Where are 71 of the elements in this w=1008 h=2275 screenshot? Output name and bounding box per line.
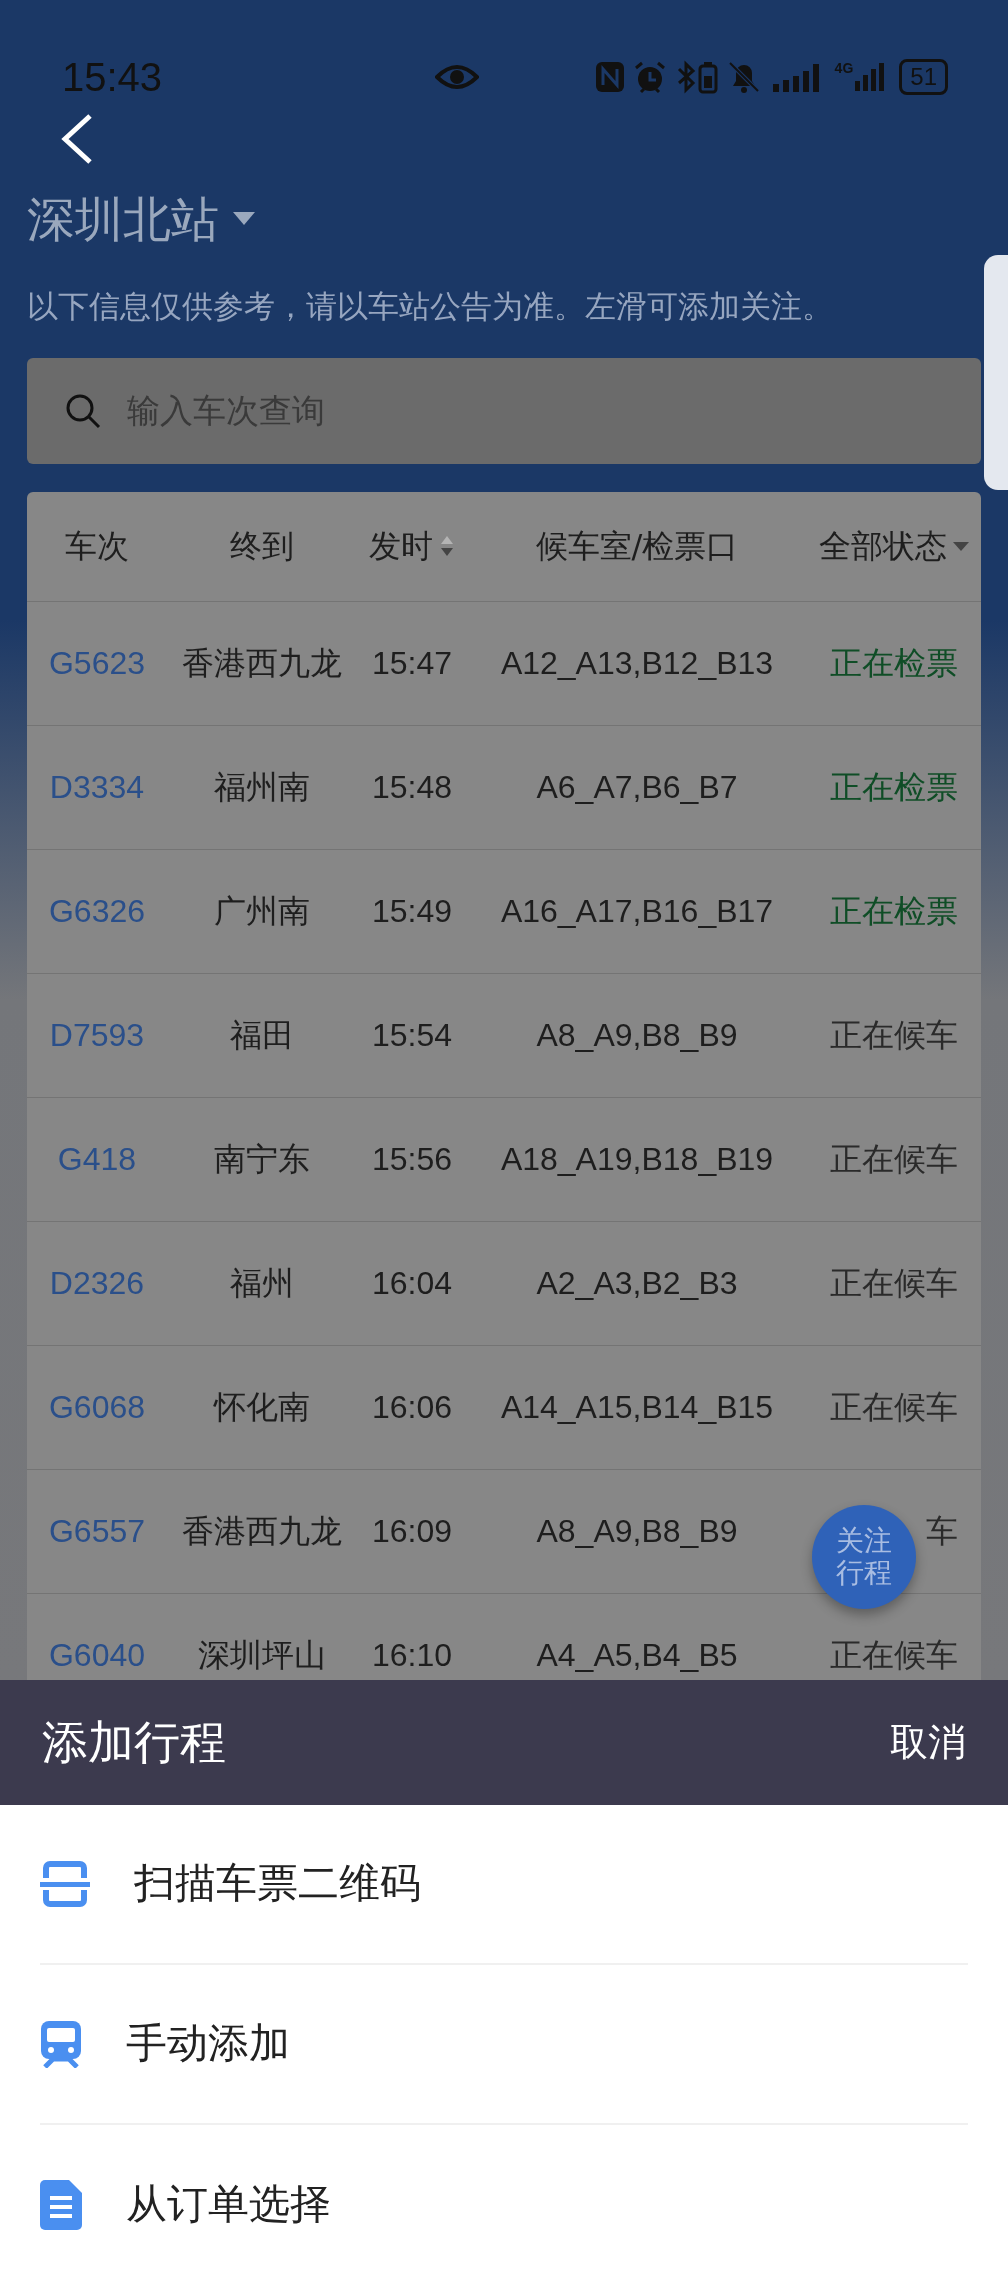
table-cell-text: 16:06 [370,1388,454,1427]
train-number-link[interactable]: G5623 [27,639,167,687]
table-cell-text: A16_A17,B16_B17 [499,892,775,931]
table-cell-text: A2_A3,B2_B3 [535,1264,739,1303]
status-text: 车 [926,1511,958,1552]
table-cell-text: 15:56 [370,1140,454,1179]
status-text: 正在检票 [830,891,958,932]
table-cell-text: 15:48 [370,768,454,807]
column-header: 车次 [65,526,129,567]
signal-icon [853,60,886,93]
table-cell-text: 南宁东 [213,1139,311,1180]
table-cell-text: 深圳坪山 [197,1635,327,1676]
table-cell-text: 广州南 [213,891,311,932]
train-number-link[interactable]: G6068 [27,1383,167,1431]
table-cell-text: 福田 [229,1015,295,1056]
table-cell-text: A18_A19,B18_B19 [499,1140,775,1179]
status-text: 正在候车 [830,1139,958,1180]
search-icon [65,392,101,429]
back-icon[interactable] [60,113,94,165]
table-cell-text: 15:54 [370,1016,454,1055]
table-cell-text: 福州南 [213,767,311,808]
column-header: 全部状态 [818,526,947,567]
eye-icon [435,62,480,91]
status-time: 15:43 [62,53,163,101]
table-cell-text: 怀化南 [212,1387,311,1428]
table-cell-text: A4_A5,B4_B5 [535,1636,739,1675]
sheet-title: 添加行程 [42,1714,226,1771]
notice-text: 以下信息仅供参考，请以车站公告为准。左滑可添加关注。 [27,287,834,326]
table-cell-text: A6_A7,B6_B7 [535,768,739,807]
train-number-link[interactable]: D3334 [27,763,167,811]
document-icon [40,2180,82,2230]
table-cell-text: 16:04 [370,1264,454,1303]
table-cell-text: 15:47 [370,644,454,683]
table-cell-text: 15:49 [370,892,454,931]
cancel-button[interactable]: 取消 [890,1714,966,1771]
table-cell-text: 香港西九龙 [181,643,343,684]
nfc-icon [594,60,625,93]
side-handle[interactable] [984,255,1008,490]
train-icon [40,2020,82,2068]
column-header: 终到 [230,526,294,567]
scan-icon [40,1860,90,1908]
column-header: 发时 [369,526,433,567]
table-cell-text: A8_A9,B8_B9 [535,1016,739,1055]
sort-icon[interactable] [439,534,455,558]
status-text: 正在候车 [830,1015,958,1056]
table-cell-text: 16:10 [370,1636,454,1675]
network-label: 4G [834,60,854,75]
table-cell-text: 16:09 [370,1512,454,1551]
train-number-link[interactable]: D2326 [27,1259,167,1307]
status-text: 正在候车 [830,1263,958,1304]
bell-off-icon [726,59,761,94]
column-header: 候车室/检票口 [535,526,739,567]
train-number-link[interactable]: G6326 [27,887,167,935]
caret-icon[interactable] [952,540,969,552]
caret-icon[interactable] [233,212,255,226]
status-text: 正在检票 [830,643,958,684]
train-number-link[interactable]: G6040 [27,1631,167,1679]
status-text: 正在检票 [830,767,958,808]
alarm-icon [632,59,667,94]
table-cell-text: 香港西九龙 [181,1511,343,1552]
status-text: 正在候车 [830,1635,958,1676]
table-cell-text: A14_A15,B14_B15 [499,1388,775,1427]
train-number-link[interactable]: G418 [27,1135,167,1183]
table-cell-text: A8_A9,B8_B9 [535,1512,739,1551]
station-title[interactable]: 深圳北站 [27,183,219,255]
table-cell-text: 福州 [229,1263,295,1304]
train-number-link[interactable]: D7593 [27,1011,167,1059]
status-text: 正在候车 [830,1387,958,1428]
table-cell-text: A12_A13,B12_B13 [499,644,775,683]
battery-level: 51 [899,58,948,95]
train-number-link[interactable]: G6557 [27,1507,167,1555]
